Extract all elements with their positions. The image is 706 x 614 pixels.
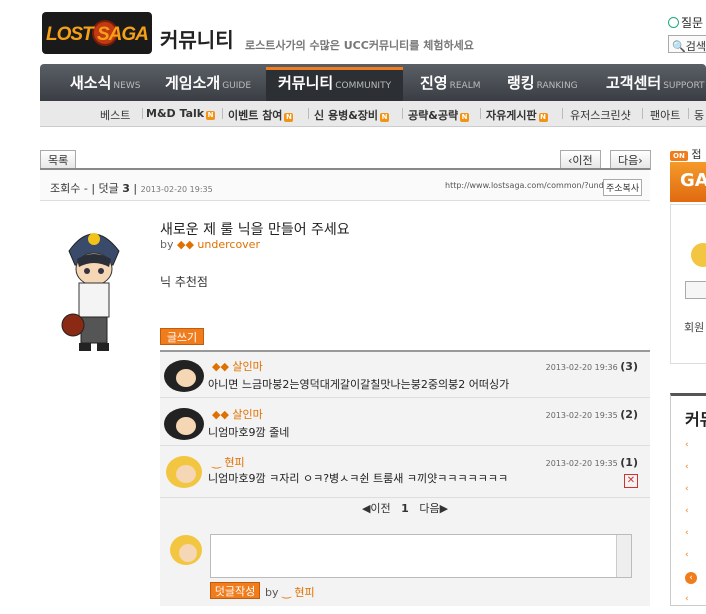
- sidebar-link[interactable]: ‹: [685, 550, 706, 570]
- author-character-avatar: [61, 233, 120, 351]
- pager-prev[interactable]: ◀이전: [362, 502, 391, 515]
- sub-nav: 베스트 M&D Talk N 이벤트 참여 N 신 용병&장비 N 공략&공략 N 자유…: [40, 101, 706, 127]
- reply-textarea[interactable]: [210, 534, 632, 578]
- comment-date: 2013-02-20 19:35 (1): [545, 456, 638, 469]
- subnav-divider: [562, 108, 563, 119]
- subnav-divider: [222, 108, 223, 119]
- post-info-bar: 조회수 - | 덧글 3 | 2013-02-20 19:35 http://w…: [40, 168, 650, 201]
- post-title: 새로운 제 룰 닉을 만들어 주세요: [160, 222, 350, 238]
- question-icon: [668, 17, 679, 28]
- sidebar-community-box: 커뮤 ‹ ‹ ‹ ‹ ‹ ‹ ‹ ‹: [670, 393, 706, 606]
- new-badge-icon: N: [206, 111, 216, 120]
- sidebar-community-title: 커뮤: [685, 410, 706, 429]
- prev-button[interactable]: ‹이전: [560, 150, 601, 170]
- subnav-more[interactable]: 동: [694, 107, 704, 123]
- commenter-avatar: [164, 408, 204, 440]
- sidebar-login-button[interactable]: [685, 281, 706, 299]
- pager-next[interactable]: 다음▶: [419, 502, 448, 515]
- section-subtitle: 로스트사가의 수많은 UCC커뮤니티를 체험하세요: [245, 39, 474, 52]
- subnav-divider: [402, 108, 403, 119]
- new-badge-icon: N: [460, 113, 470, 122]
- comment-item: ◆◆ 살인마 2013-02-20 19:35 (2) 니엄마호9깜 줄네: [160, 400, 650, 446]
- comment-date: 2013-02-20 19:35 (2): [545, 408, 638, 421]
- comment-count-label: 덧글: [98, 182, 119, 195]
- write-button[interactable]: 글쓰기: [160, 328, 204, 345]
- nav-community[interactable]: 커뮤니티 COMMUNITY: [278, 72, 391, 93]
- comment-count: 3: [122, 182, 130, 195]
- search-button[interactable]: 🔍검색: [668, 35, 706, 53]
- post-date: 2013-02-20 19:35: [140, 185, 213, 194]
- comment-text: 니엄마호9깜 줄네: [208, 426, 290, 439]
- new-badge-icon: N: [538, 113, 548, 122]
- comment-item: ‿ 현피 2013-02-20 19:35 (1) 니엄마호9깜 ㅋ자리 ㅇㅋ?…: [160, 448, 650, 498]
- subnav-fanart[interactable]: 팬아트: [650, 107, 680, 123]
- commenter-name[interactable]: ◆◆ 살인마: [212, 358, 263, 374]
- lostsaga-logo[interactable]: LOST SAGA: [42, 12, 152, 54]
- commenter-name[interactable]: ◆◆ 살인마: [212, 406, 263, 422]
- sidebar-link[interactable]: ‹: [685, 462, 706, 482]
- subnav-event[interactable]: 이벤트 참여 N: [228, 107, 294, 123]
- section-title: 커뮤니티: [160, 28, 234, 52]
- view-count: 조회수 -: [50, 182, 88, 195]
- post-byline: by ◆◆ undercover: [160, 238, 260, 251]
- sidebar-link[interactable]: ‹: [685, 594, 706, 614]
- subnav-md-talk[interactable]: M&D Talk N: [146, 107, 216, 120]
- sidebar-link[interactable]: ‹: [685, 506, 706, 526]
- nav-realm[interactable]: 진영 REALM: [420, 72, 481, 93]
- subnav-divider: [308, 108, 309, 119]
- subnav-divider: [688, 108, 689, 119]
- comment-item: ◆◆ 살인마 2013-02-20 19:36 (3) 아니면 느금마붕2는영덕…: [160, 352, 650, 398]
- subnav-free-board[interactable]: 자유게시판 N: [486, 107, 548, 123]
- nav-support[interactable]: 고객센터 SUPPORT: [606, 72, 705, 93]
- copy-url-button[interactable]: 주소복사: [603, 179, 643, 196]
- subnav-divider: [142, 108, 143, 119]
- sidebar-member-label: 회원: [684, 321, 705, 334]
- delete-comment-icon[interactable]: ✕: [624, 474, 638, 488]
- subnav-divider: [642, 108, 643, 119]
- logo-text: LOST SAGA: [46, 24, 149, 45]
- nav-guide[interactable]: 게임소개 GUIDE: [165, 72, 251, 93]
- new-badge-icon: N: [284, 113, 294, 122]
- sidebar-link-active[interactable]: ‹: [685, 572, 706, 592]
- sidebar-link[interactable]: ‹: [685, 440, 706, 460]
- nav-ranking[interactable]: 랭킹 RANKING: [507, 72, 578, 93]
- reply-byline: by ‿ 현피: [265, 586, 315, 599]
- new-badge-icon: N: [380, 113, 390, 122]
- commenter-avatar: [164, 360, 204, 392]
- next-button[interactable]: 다음›: [610, 150, 651, 170]
- post-body: 닉 추천점: [160, 275, 208, 289]
- sidebar-character-icon: [691, 243, 706, 267]
- pagination: ◀이전 1 다음▶: [160, 500, 650, 516]
- sidebar-link[interactable]: ‹: [685, 484, 706, 504]
- textarea-scrollbar[interactable]: [616, 535, 631, 577]
- list-button[interactable]: 목록: [40, 150, 77, 170]
- post-author-link[interactable]: undercover: [197, 238, 260, 251]
- commenter-name[interactable]: ‿ 현피: [212, 454, 245, 470]
- subnav-screenshots[interactable]: 유저스크린샷: [570, 107, 631, 123]
- sidebar-game-banner[interactable]: GA: [670, 162, 706, 202]
- current-user-avatar: [170, 535, 202, 565]
- nav-news[interactable]: 새소식 NEWS: [70, 72, 140, 93]
- sidebar-login-box: 회원: [670, 204, 706, 364]
- pager-current[interactable]: 1: [401, 502, 409, 515]
- subnav-divider: [480, 108, 481, 119]
- subnav-best[interactable]: 베스트: [100, 107, 130, 123]
- sidebar-link[interactable]: ‹: [685, 528, 706, 548]
- question-link[interactable]: 질문: [668, 14, 703, 31]
- sidebar-on-label: ON 접: [670, 146, 706, 162]
- subnav-strategy[interactable]: 공략&공략 N: [408, 107, 470, 123]
- comment-text: 니엄마호9깜 ㅋ자리 ㅇㅋ?병ㅅㅋ쉰 트룸새 ㅋ끼얏ㅋㅋㅋㅋㅋㅋㅋ: [208, 472, 509, 485]
- submit-comment-button[interactable]: 덧글작성: [210, 582, 260, 599]
- comment-date: 2013-02-20 19:36 (3): [545, 360, 638, 373]
- subnav-mercenary[interactable]: 신 용병&장비 N: [314, 107, 390, 123]
- main-nav: 새소식 NEWS 게임소개 GUIDE 커뮤니티 COMMUNITY 진영 REALM …: [40, 64, 706, 101]
- comment-text: 아니면 느금마붕2는영덕대게갈이갈칠맛나는붕2중의붕2 어떠싱가: [208, 378, 510, 391]
- commenter-avatar: [166, 456, 202, 488]
